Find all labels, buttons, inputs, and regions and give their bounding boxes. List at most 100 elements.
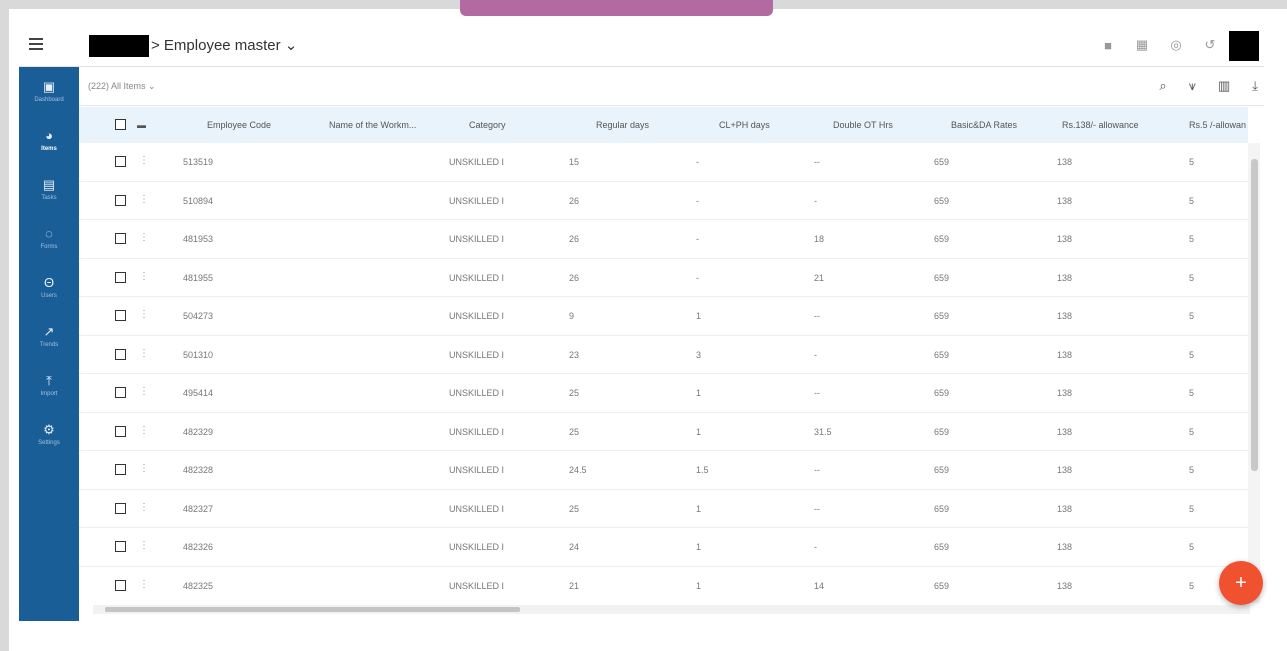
table-row[interactable]: ⋮ 504273 UNSKILLED I 9 1 -- 659 138 5 <box>79 297 1248 336</box>
table-cell: -- <box>814 465 820 475</box>
table-cell: 482328 <box>183 465 214 475</box>
row-menu-icon[interactable]: ⋮ <box>139 271 149 282</box>
horizontal-scrollbar[interactable] <box>93 605 1250 614</box>
row-checkbox[interactable] <box>115 156 126 167</box>
row-checkbox[interactable] <box>115 310 126 321</box>
row-checkbox[interactable] <box>115 194 126 206</box>
sidebar-item-label: Users <box>41 293 57 299</box>
column-header[interactable]: CL+PH days <box>719 120 770 130</box>
table-cell: 15 <box>569 157 580 167</box>
table-cell: 659 <box>934 542 950 552</box>
table-cell: - <box>696 157 699 167</box>
table-cell: 659 <box>934 311 950 321</box>
table-row[interactable]: ⋮ 482325 UNSKILLED I 21 1 14 659 138 5 <box>79 567 1248 604</box>
row-checkbox[interactable] <box>115 425 126 437</box>
help-icon[interactable]: ◎ <box>1168 37 1184 53</box>
table-cell: 138 <box>1057 503 1073 514</box>
row-menu-icon[interactable]: ⋮ <box>139 386 149 397</box>
search-icon[interactable]: ⌕ <box>1159 78 1166 94</box>
screenshot-frame: > Employee master ⌄ ■ ▦ ◎ ↺ ▣ Dashboard ◕ I… <box>0 0 1287 651</box>
table-cell: 1 <box>696 426 702 437</box>
tasks-icon: ▤ <box>42 177 56 192</box>
row-menu-icon[interactable]: ⋮ <box>139 232 149 243</box>
table-cell: 5 <box>1189 195 1195 206</box>
sidebar-item-forms[interactable]: ◌ Forms <box>19 214 79 263</box>
column-header[interactable]: Name of the Workm... <box>329 120 416 130</box>
table-cell: 138 <box>1057 311 1073 321</box>
row-checkbox[interactable] <box>115 233 126 244</box>
row-menu-icon[interactable]: ⋮ <box>139 155 149 166</box>
row-checkbox[interactable] <box>115 502 126 514</box>
table-cell: 5 <box>1189 349 1195 360</box>
horizontal-scroll-thumb[interactable] <box>105 607 520 612</box>
table-cell: 23 <box>569 349 580 360</box>
column-header[interactable]: Rs.5 /-allowan <box>1189 120 1246 130</box>
vertical-scroll-thumb[interactable] <box>1251 159 1258 471</box>
table-cell: 21 <box>569 580 580 591</box>
add-item-button[interactable]: + <box>1219 561 1263 605</box>
table-row[interactable]: ⋮ 510894 UNSKILLED I 26 - - 659 138 5 <box>79 182 1248 220</box>
hamburger-menu-icon[interactable] <box>29 38 43 50</box>
grid-icon[interactable]: ▦ <box>1134 37 1150 53</box>
breadcrumb[interactable]: > Employee master ⌄ <box>151 36 297 54</box>
table-row[interactable]: ⋮ 481955 UNSKILLED I 26 - 21 659 138 5 <box>79 259 1248 297</box>
select-all-checkbox[interactable] <box>115 119 126 130</box>
column-header[interactable]: Category <box>469 120 506 130</box>
row-menu-icon[interactable]: ⋮ <box>139 502 149 513</box>
sidebar-item-import[interactable]: ⤒ Import <box>19 361 79 410</box>
download-icon[interactable]: ⤓ <box>1252 78 1258 94</box>
row-menu-icon[interactable]: ⋮ <box>139 348 149 359</box>
row-checkbox[interactable] <box>115 348 126 360</box>
table-cell: 138 <box>1057 465 1073 475</box>
vertical-scrollbar[interactable] <box>1248 143 1260 603</box>
table-cell: UNSKILLED I <box>449 272 505 283</box>
row-checkbox[interactable] <box>115 387 126 398</box>
lock-icon[interactable]: ■ <box>1100 38 1116 53</box>
row-menu-icon[interactable]: ⋮ <box>139 425 149 436</box>
view-selector[interactable]: (222) All Items ⌄ <box>88 81 156 92</box>
row-menu-icon[interactable]: ⋮ <box>139 309 149 320</box>
dashboard-icon: ▣ <box>42 79 56 94</box>
row-checkbox[interactable] <box>115 271 126 283</box>
row-menu-icon[interactable]: ⋮ <box>139 579 149 590</box>
filter-icon[interactable]: ⩛ <box>1189 78 1196 94</box>
table-cell: -- <box>814 388 820 398</box>
row-checkbox[interactable] <box>115 579 126 591</box>
row-menu-icon[interactable]: ⋮ <box>139 194 149 205</box>
history-icon[interactable]: ↺ <box>1202 37 1218 53</box>
row-checkbox[interactable] <box>115 541 126 552</box>
sidebar-item-label: Forms <box>40 244 58 250</box>
table-row[interactable]: ⋮ 501310 UNSKILLED I 23 3 - 659 138 5 <box>79 336 1248 374</box>
row-menu-icon[interactable]: ⋮ <box>139 463 149 474</box>
table-cell: 1 <box>696 388 702 398</box>
table-row[interactable]: ⋮ 495414 UNSKILLED I 25 1 -- 659 138 5 <box>79 374 1248 413</box>
sidebar-item-users[interactable]: Θ Users <box>19 263 79 312</box>
sidebar-item-items[interactable]: ◕ Items <box>19 116 79 165</box>
table-row[interactable]: ⋮ 482326 UNSKILLED I 24 1 - 659 138 5 <box>79 528 1248 567</box>
column-header[interactable]: Employee Code <box>207 120 271 130</box>
column-header[interactable]: Regular days <box>596 120 649 130</box>
avatar[interactable] <box>1229 31 1259 61</box>
table-cell: 138 <box>1057 349 1073 360</box>
table-row[interactable]: ⋮ 481953 UNSKILLED I 26 - 18 659 138 5 <box>79 220 1248 259</box>
sidebar-item-dashboard[interactable]: ▣ Dashboard <box>19 67 79 116</box>
table-cell: - <box>814 542 817 552</box>
column-header[interactable]: Double OT Hrs <box>833 120 893 130</box>
table-row[interactable]: ⋮ 513519 UNSKILLED I 15- -- 659 138 5 <box>79 143 1248 182</box>
columns-icon[interactable]: ▥ <box>1218 78 1230 94</box>
sidebar-item-label: Settings <box>38 440 60 446</box>
row-menu-icon[interactable]: ⋮ <box>139 540 149 551</box>
row-menu-header-icon[interactable]: ▬ <box>137 120 146 130</box>
sidebar-item-settings[interactable]: ⚙ Settings <box>19 410 79 459</box>
sidebar-item-trends[interactable]: ↗ Trends <box>19 312 79 361</box>
sidebar-item-tasks[interactable]: ▤ Tasks <box>19 165 79 214</box>
row-checkbox[interactable] <box>115 464 126 475</box>
table-cell: 5 <box>1189 311 1195 321</box>
table-row[interactable]: ⋮ 482328 UNSKILLED I 24.5 1.5 -- 659 138 5 <box>79 451 1248 490</box>
table-row[interactable]: ⋮ 482327 UNSKILLED I 25 1 -- 659 138 5 <box>79 490 1248 528</box>
column-header[interactable]: Rs.138/- allowance <box>1062 120 1139 130</box>
table-cell: 482329 <box>183 426 214 437</box>
table-cell: - <box>696 195 699 206</box>
column-header[interactable]: Basic&DA Rates <box>951 120 1017 130</box>
table-row[interactable]: ⋮ 482329 UNSKILLED I 25 1 31.5 659 138 5 <box>79 413 1248 451</box>
